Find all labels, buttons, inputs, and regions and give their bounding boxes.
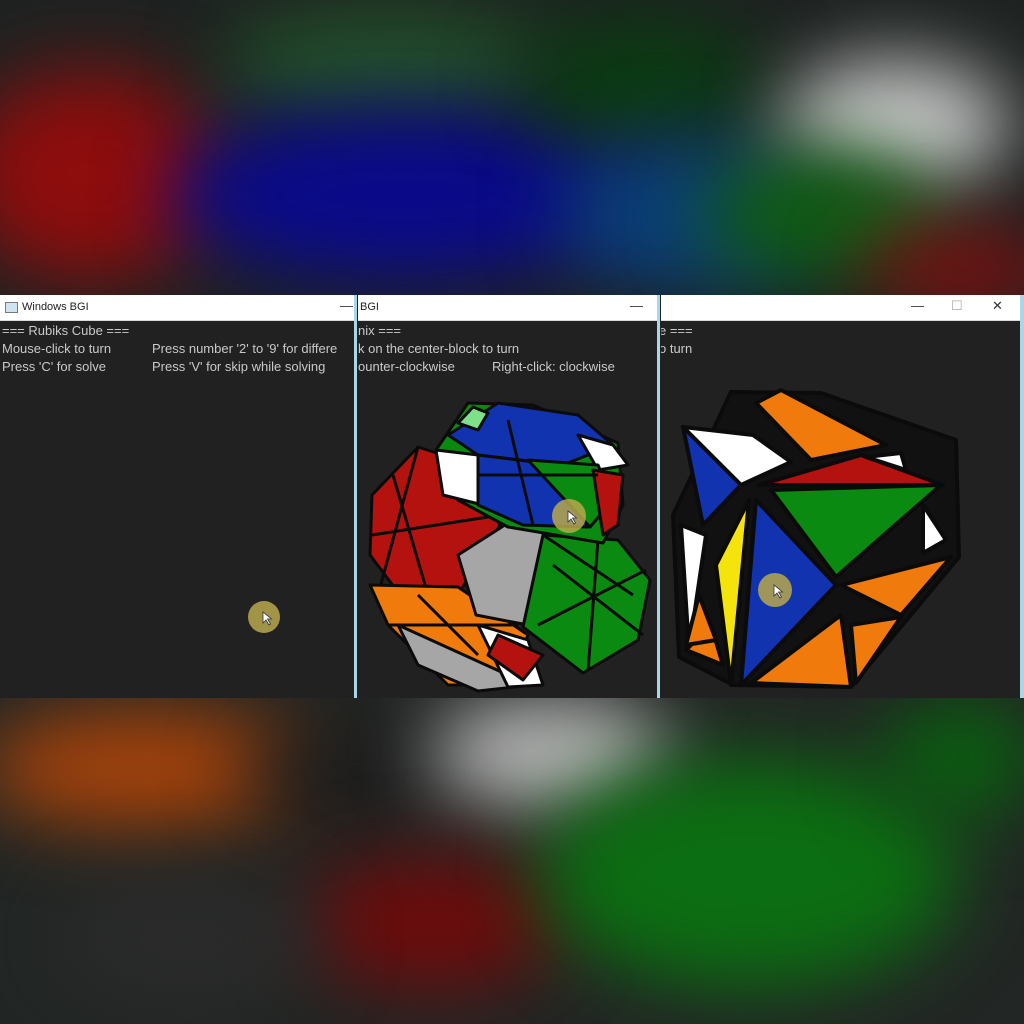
window-divider <box>657 295 660 698</box>
rubiks-cube-5x5-canvas[interactable] <box>0 295 355 698</box>
megaminx-canvas[interactable] <box>358 295 658 698</box>
bgi-window-3[interactable]: — ☐ ✕ e === o turn <box>661 295 1020 698</box>
bgi-window-2[interactable]: BGI — nix === k on the center-block to t… <box>358 295 658 698</box>
window-divider <box>354 295 357 698</box>
blurred-background-top <box>0 0 1024 295</box>
blurred-background-bottom <box>0 698 1024 1024</box>
window-divider <box>1020 295 1024 698</box>
skewb-puzzle-canvas[interactable] <box>661 295 1020 698</box>
bgi-window-1[interactable]: Windows BGI — === Rubiks Cube === Mouse-… <box>0 295 355 698</box>
